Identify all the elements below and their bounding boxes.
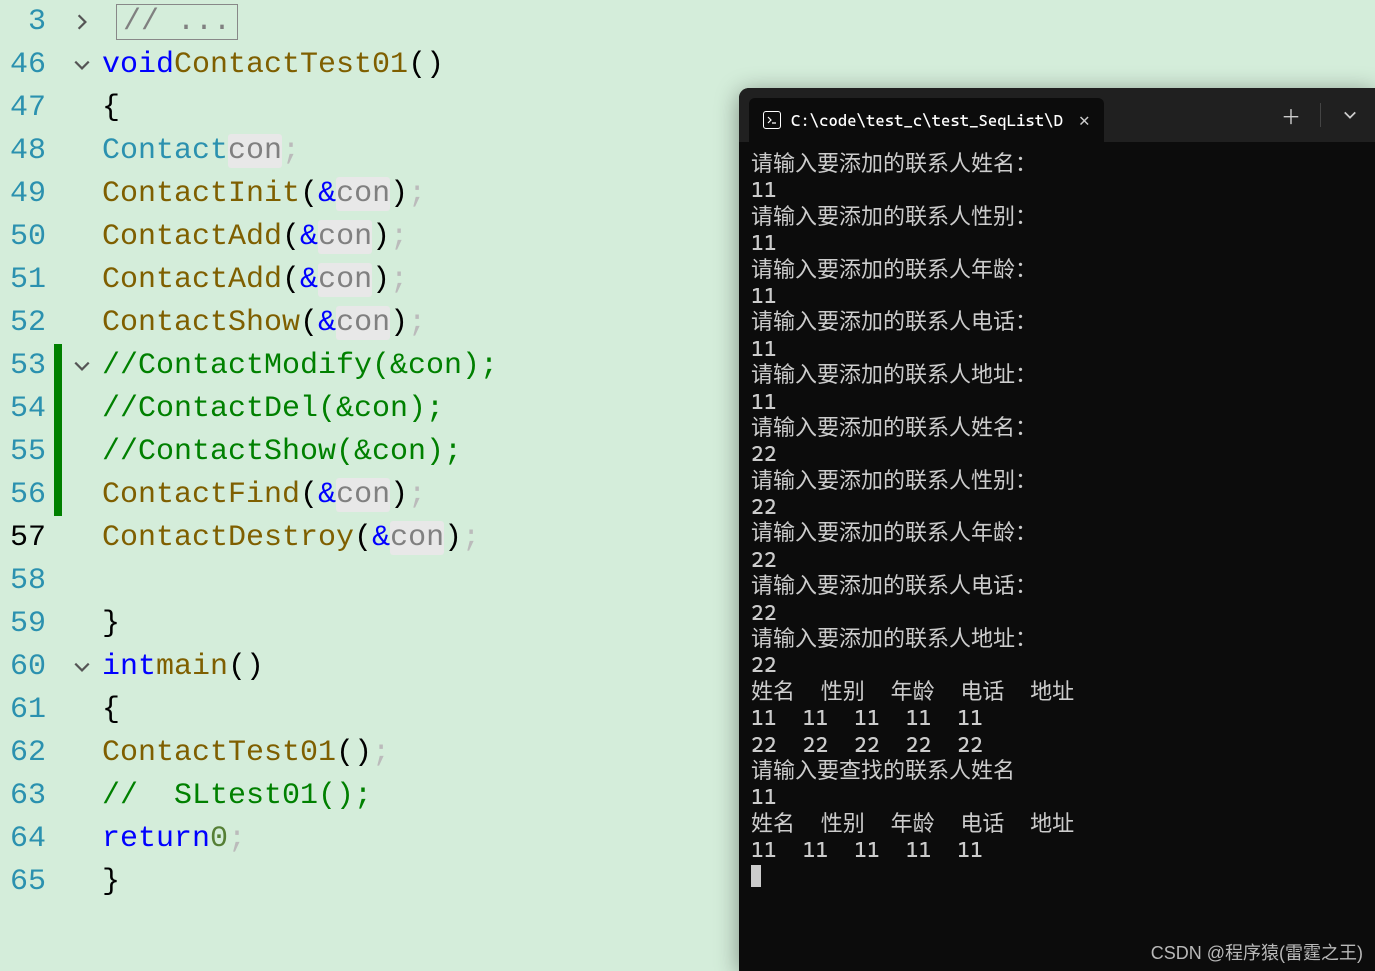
terminal-window[interactable]: C:\code\test_c\test_SeqList\D ✕ ＋ 请输入要添加… — [739, 88, 1375, 971]
watermark: CSDN @程序猿(雷霆之王) — [1151, 939, 1363, 965]
line-number: 52 — [0, 306, 54, 340]
terminal-tab[interactable]: C:\code\test_c\test_SeqList\D ✕ — [749, 98, 1104, 142]
call: ContactDestroy — [102, 521, 354, 555]
line-number: 56 — [0, 478, 54, 512]
line-number: 3 — [0, 5, 54, 39]
code-line[interactable]: 3 // ... — [0, 0, 1375, 43]
line-number: 65 — [0, 865, 54, 899]
variable: con — [318, 263, 372, 297]
fold-toggle-icon[interactable] — [73, 658, 91, 676]
separator — [1320, 103, 1321, 127]
variable: con — [228, 134, 282, 168]
code-line[interactable]: 46 void ContactTest01() — [0, 43, 1375, 86]
number: 0 — [210, 822, 228, 856]
new-tab-button[interactable]: ＋ — [1266, 88, 1316, 142]
close-icon[interactable]: ✕ — [1079, 110, 1090, 131]
comment: // SLtest01(); — [102, 779, 372, 813]
dropdown-button[interactable] — [1325, 88, 1375, 142]
fold-toggle-icon[interactable] — [73, 56, 91, 74]
call: ContactShow — [102, 306, 300, 340]
keyword: void — [102, 48, 174, 82]
comment: //ContactModify(&con); — [102, 349, 498, 383]
terminal-tab-title: C:\code\test_c\test_SeqList\D — [791, 111, 1063, 130]
comment: //ContactDel(&con); — [102, 392, 444, 426]
variable: con — [390, 521, 444, 555]
folded-region[interactable]: // ... — [116, 4, 238, 40]
line-number: 48 — [0, 134, 54, 168]
parens: () — [408, 48, 444, 82]
call: ContactFind — [102, 478, 300, 512]
function-name: main — [156, 650, 228, 684]
keyword: int — [102, 650, 156, 684]
type: Contact — [102, 134, 228, 168]
line-number: 53 — [0, 349, 54, 383]
line-number: 50 — [0, 220, 54, 254]
line-number: 57 — [0, 521, 54, 555]
line-number: 54 — [0, 392, 54, 426]
line-number: 46 — [0, 48, 54, 82]
terminal-output[interactable]: 请输入要添加的联系人姓名： 11 请输入要添加的联系人性别： 11 请输入要添加… — [739, 142, 1375, 901]
line-number: 47 — [0, 91, 54, 125]
variable: con — [336, 177, 390, 211]
line-number: 62 — [0, 736, 54, 770]
call: ContactAdd — [102, 220, 282, 254]
brace: } — [102, 865, 120, 899]
call: ContactTest01 — [102, 736, 336, 770]
variable: con — [336, 306, 390, 340]
brace: { — [102, 91, 120, 125]
keyword: return — [102, 822, 210, 856]
fold-toggle-icon[interactable] — [73, 357, 91, 375]
line-number: 51 — [0, 263, 54, 297]
variable: con — [318, 220, 372, 254]
function-name: ContactTest01 — [174, 48, 408, 82]
semicolon: ; — [282, 134, 300, 168]
line-number: 49 — [0, 177, 54, 211]
comment: //ContactShow(&con); — [102, 435, 462, 469]
terminal-titlebar[interactable]: C:\code\test_c\test_SeqList\D ✕ ＋ — [739, 88, 1375, 142]
line-number: 59 — [0, 607, 54, 641]
fold-toggle-icon[interactable] — [73, 13, 91, 31]
line-number: 63 — [0, 779, 54, 813]
line-number: 64 — [0, 822, 54, 856]
line-number: 58 — [0, 564, 54, 598]
cursor-icon — [751, 865, 761, 887]
variable: con — [336, 478, 390, 512]
line-number: 55 — [0, 435, 54, 469]
brace: } — [102, 607, 120, 641]
brace: { — [102, 693, 120, 727]
line-number: 60 — [0, 650, 54, 684]
line-number: 61 — [0, 693, 54, 727]
call: ContactInit — [102, 177, 300, 211]
terminal-icon — [763, 111, 781, 129]
call: ContactAdd — [102, 263, 282, 297]
